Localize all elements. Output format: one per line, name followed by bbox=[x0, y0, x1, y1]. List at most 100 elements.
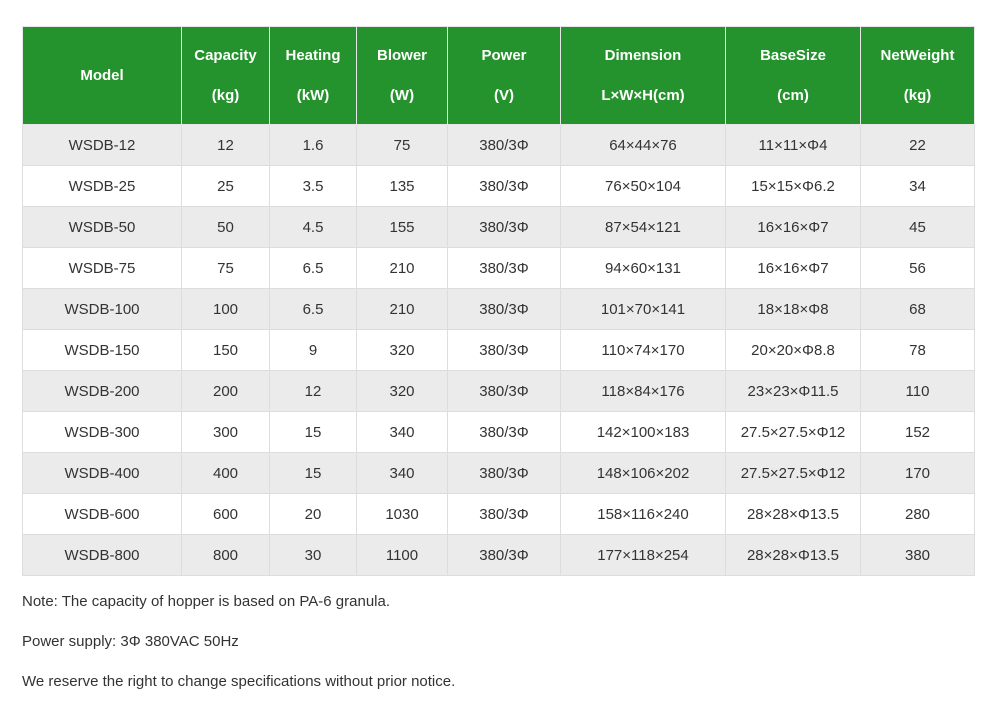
table-row: WSDB-800 800 30 1100 380/3Φ 177×118×254 28×28×… bbox=[22, 534, 975, 576]
spec-table: Model Capacity (kg) Heating (kW) Blower … bbox=[22, 26, 975, 576]
cell-capacity: 600 bbox=[181, 493, 270, 535]
cell-model: WSDB-600 bbox=[22, 493, 182, 535]
cell-netweight: 22 bbox=[860, 124, 975, 166]
header-heating: Heating (kW) bbox=[269, 26, 357, 125]
cell-dimension: 118×84×176 bbox=[560, 370, 726, 412]
table-row: WSDB-25 25 3.5 135 380/3Φ 76×50×104 15×15×Φ6.2… bbox=[22, 165, 975, 207]
cell-model: WSDB-100 bbox=[22, 288, 182, 330]
cell-dimension: 148×106×202 bbox=[560, 452, 726, 494]
header-model: Model bbox=[22, 26, 182, 125]
disclaimer-note: We reserve the right to change specifica… bbox=[22, 673, 456, 690]
header-unit: L×W×H(cm) bbox=[601, 86, 685, 104]
cell-capacity: 200 bbox=[181, 370, 270, 412]
notes-section: Note: The capacity of hopper is based on… bbox=[22, 590, 455, 710]
cell-power: 380/3Φ bbox=[447, 329, 561, 371]
cell-basesize: 15×15×Φ6.2 bbox=[725, 165, 861, 207]
cell-blower: 320 bbox=[356, 329, 448, 371]
cell-basesize: 28×28×Φ13.5 bbox=[725, 493, 861, 535]
cell-basesize: 18×18×Φ8 bbox=[725, 288, 861, 330]
cell-basesize: 27.5×27.5×Φ12 bbox=[725, 452, 861, 494]
header-unit: (kg) bbox=[211, 86, 240, 104]
cell-capacity: 75 bbox=[181, 247, 270, 289]
cell-blower: 1100 bbox=[356, 534, 448, 576]
cell-dimension: 110×74×170 bbox=[560, 329, 726, 371]
cell-netweight: 34 bbox=[860, 165, 975, 207]
header-label: Blower bbox=[376, 46, 427, 64]
cell-power: 380/3Φ bbox=[447, 452, 561, 494]
table-body: WSDB-12 12 1.6 75 380/3Φ 64×44×76 11×11×Φ4 22 WS… bbox=[22, 124, 975, 576]
cell-netweight: 56 bbox=[860, 247, 975, 289]
header-label: Model bbox=[80, 67, 124, 84]
header-label: BaseSize bbox=[760, 46, 826, 64]
capacity-note: Note: The capacity of hopper is based on… bbox=[22, 593, 391, 610]
cell-blower: 210 bbox=[356, 247, 448, 289]
cell-power: 380/3Φ bbox=[447, 124, 561, 166]
cell-dimension: 177×118×254 bbox=[560, 534, 726, 576]
cell-capacity: 25 bbox=[181, 165, 270, 207]
table-row: WSDB-600 600 20 1030 380/3Φ 158×116×240 28×28×… bbox=[22, 493, 975, 535]
cell-power: 380/3Φ bbox=[447, 206, 561, 248]
cell-model: WSDB-400 bbox=[22, 452, 182, 494]
cell-blower: 1030 bbox=[356, 493, 448, 535]
cell-blower: 155 bbox=[356, 206, 448, 248]
cell-basesize: 16×16×Φ7 bbox=[725, 206, 861, 248]
cell-heating: 1.6 bbox=[269, 124, 357, 166]
cell-power: 380/3Φ bbox=[447, 534, 561, 576]
cell-blower: 320 bbox=[356, 370, 448, 412]
cell-blower: 340 bbox=[356, 411, 448, 453]
header-unit: (W) bbox=[389, 86, 415, 104]
cell-heating: 6.5 bbox=[269, 288, 357, 330]
cell-heating: 15 bbox=[269, 411, 357, 453]
cell-blower: 340 bbox=[356, 452, 448, 494]
cell-dimension: 142×100×183 bbox=[560, 411, 726, 453]
table-row: WSDB-12 12 1.6 75 380/3Φ 64×44×76 11×11×Φ4 22 bbox=[22, 124, 975, 166]
table-row: WSDB-400 400 15 340 380/3Φ 148×106×202 27.5×27… bbox=[22, 452, 975, 494]
header-label: Capacity bbox=[194, 46, 257, 64]
cell-power: 380/3Φ bbox=[447, 411, 561, 453]
header-unit: (V) bbox=[494, 86, 514, 104]
header-basesize: BaseSize (cm) bbox=[725, 26, 861, 125]
cell-model: WSDB-150 bbox=[22, 329, 182, 371]
cell-basesize: 28×28×Φ13.5 bbox=[725, 534, 861, 576]
cell-blower: 75 bbox=[356, 124, 448, 166]
table-row: WSDB-75 75 6.5 210 380/3Φ 94×60×131 16×16×Φ7 56 bbox=[22, 247, 975, 289]
cell-capacity: 400 bbox=[181, 452, 270, 494]
header-label: Dimension bbox=[604, 46, 682, 64]
cell-heating: 9 bbox=[269, 329, 357, 371]
header-unit: (kg) bbox=[903, 86, 932, 104]
cell-netweight: 170 bbox=[860, 452, 975, 494]
cell-netweight: 152 bbox=[860, 411, 975, 453]
header-row: Model Capacity (kg) Heating (kW) Blower … bbox=[22, 26, 975, 125]
cell-netweight: 78 bbox=[860, 329, 975, 371]
cell-blower: 210 bbox=[356, 288, 448, 330]
cell-model: WSDB-800 bbox=[22, 534, 182, 576]
cell-basesize: 20×20×Φ8.8 bbox=[725, 329, 861, 371]
header-dimension: Dimension L×W×H(cm) bbox=[560, 26, 726, 125]
cell-heating: 20 bbox=[269, 493, 357, 535]
cell-dimension: 94×60×131 bbox=[560, 247, 726, 289]
cell-heating: 12 bbox=[269, 370, 357, 412]
cell-dimension: 76×50×104 bbox=[560, 165, 726, 207]
cell-dimension: 64×44×76 bbox=[560, 124, 726, 166]
cell-heating: 15 bbox=[269, 452, 357, 494]
cell-dimension: 87×54×121 bbox=[560, 206, 726, 248]
cell-basesize: 27.5×27.5×Φ12 bbox=[725, 411, 861, 453]
cell-capacity: 50 bbox=[181, 206, 270, 248]
cell-power: 380/3Φ bbox=[447, 247, 561, 289]
cell-model: WSDB-75 bbox=[22, 247, 182, 289]
cell-netweight: 380 bbox=[860, 534, 975, 576]
cell-netweight: 280 bbox=[860, 493, 975, 535]
cell-dimension: 158×116×240 bbox=[560, 493, 726, 535]
cell-power: 380/3Φ bbox=[447, 165, 561, 207]
header-label: Power bbox=[481, 46, 527, 64]
header-label: Heating bbox=[285, 46, 341, 64]
cell-heating: 4.5 bbox=[269, 206, 357, 248]
cell-heating: 6.5 bbox=[269, 247, 357, 289]
cell-capacity: 300 bbox=[181, 411, 270, 453]
table-row: WSDB-100 100 6.5 210 380/3Φ 101×70×141 18×18×Φ… bbox=[22, 288, 975, 330]
cell-capacity: 150 bbox=[181, 329, 270, 371]
cell-model: WSDB-300 bbox=[22, 411, 182, 453]
table-row: WSDB-150 150 9 320 380/3Φ 110×74×170 20×20×Φ8.… bbox=[22, 329, 975, 371]
cell-heating: 3.5 bbox=[269, 165, 357, 207]
header-label: NetWeight bbox=[880, 46, 955, 64]
